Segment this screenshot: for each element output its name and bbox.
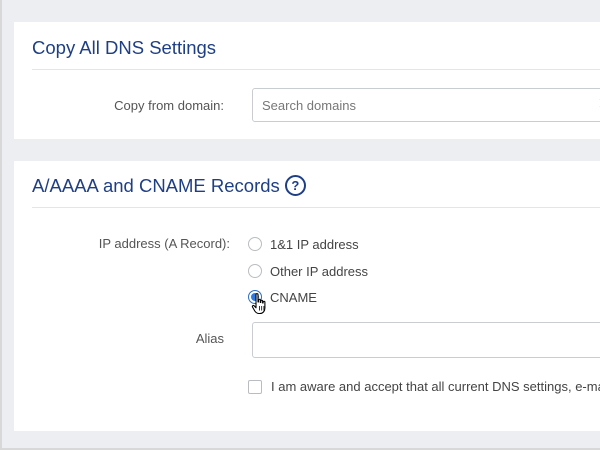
copy-dns-settings-title: Copy All DNS Settings bbox=[32, 37, 217, 58]
a-cname-records-panel: A/AAAA and CNAME Records? IP address (A … bbox=[14, 161, 600, 431]
ip-address-label: IP address (A Record): bbox=[98, 236, 230, 251]
radio-option-other-ip[interactable]: Other IP address bbox=[248, 262, 368, 280]
alias-label: Alias bbox=[195, 331, 224, 346]
radio-label-other-ip: Other IP address bbox=[270, 263, 369, 279]
accept-dns-label: I am aware and accept that all current D… bbox=[271, 379, 600, 394]
window-frame-left bbox=[0, 0, 2, 450]
accept-dns-checkbox[interactable] bbox=[248, 379, 262, 394]
a-cname-records-title: A/AAAA and CNAME Records? bbox=[32, 175, 306, 197]
hand-pointer-cursor-icon bbox=[251, 293, 266, 315]
search-domains-input[interactable] bbox=[253, 89, 600, 121]
radio-label-1and1-ip: 1&1 IP address bbox=[270, 236, 359, 252]
alias-input[interactable] bbox=[253, 323, 600, 357]
radio-1and1-ip[interactable] bbox=[248, 237, 262, 251]
records-title-text: A/AAAA and CNAME Records bbox=[32, 175, 280, 196]
section-divider bbox=[32, 207, 600, 208]
radio-other-ip[interactable] bbox=[248, 264, 262, 278]
section-divider bbox=[32, 69, 600, 70]
copy-from-domain-label: Copy from domain: bbox=[114, 98, 224, 113]
alias-field bbox=[252, 322, 600, 358]
copy-dns-settings-panel: Copy All DNS Settings Copy from domain: … bbox=[14, 22, 600, 139]
search-domains-field: ✕ bbox=[252, 88, 600, 122]
help-icon[interactable]: ? bbox=[284, 175, 306, 196]
radio-option-1and1-ip[interactable]: 1&1 IP address bbox=[248, 235, 359, 253]
radio-label-cname: CNAME bbox=[270, 289, 317, 305]
accept-dns-checkbox-row[interactable]: I am aware and accept that all current D… bbox=[248, 379, 600, 394]
